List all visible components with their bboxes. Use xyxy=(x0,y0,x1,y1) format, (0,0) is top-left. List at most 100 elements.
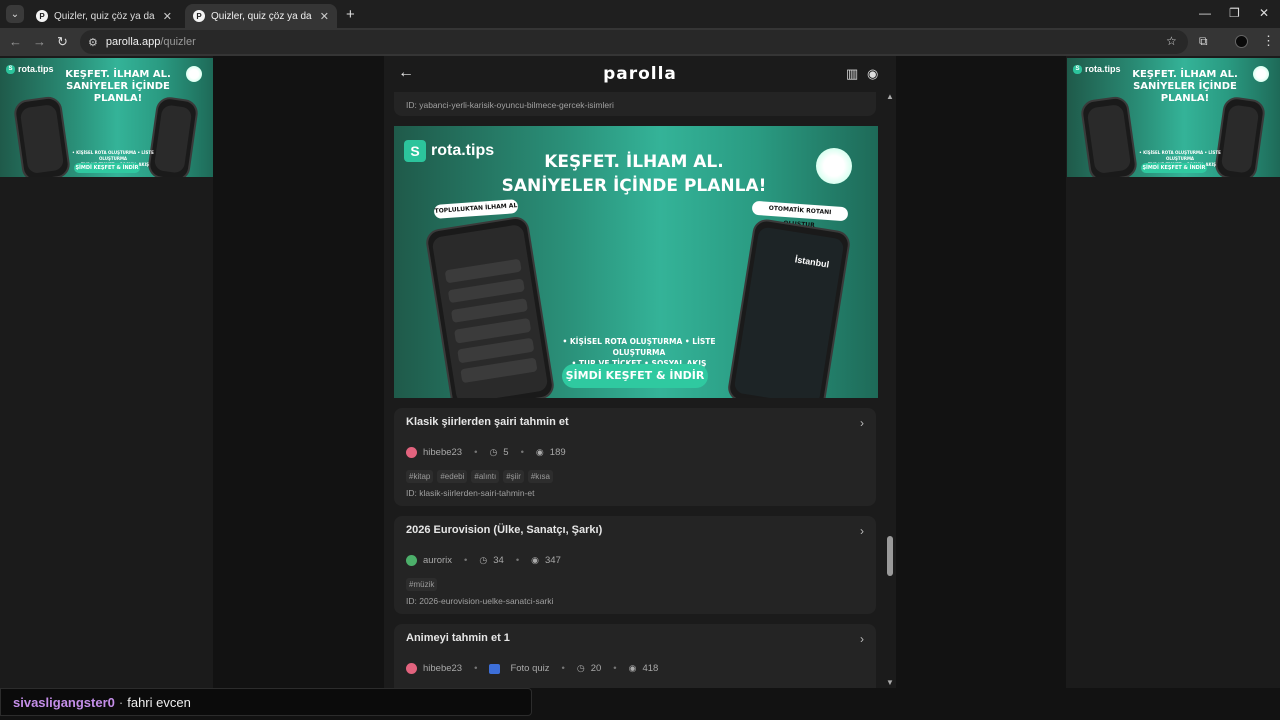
quiz-author[interactable]: hibebe23 xyxy=(423,447,462,458)
quiz-title: Klasik şiirlerden şairi tahmin et xyxy=(406,416,569,428)
phone-image-left xyxy=(12,95,72,177)
tag[interactable]: #alıntı xyxy=(471,470,500,483)
browser-tab-2[interactable]: P Quizler, quiz çöz ya da quiz olu... ✕ xyxy=(185,4,337,28)
quiz-type: Foto quiz xyxy=(510,663,550,674)
rota-logo-icon: S xyxy=(6,64,15,74)
quiz-tags: #kitap #edebi #alıntı #şiir #kısa xyxy=(406,470,553,483)
site-info-icon[interactable]: ⚙ xyxy=(88,36,98,49)
avatar xyxy=(406,447,417,458)
quiz-card[interactable]: Animeyi tahmin et 1 › hibebe23 • Foto qu… xyxy=(394,624,876,688)
forward-icon[interactable]: → xyxy=(33,34,46,49)
close-window-icon[interactable]: ✕ xyxy=(1259,6,1269,20)
phone-image-community xyxy=(424,214,556,398)
map-city-label: İstanbul xyxy=(794,254,830,270)
eye-icon: ◉ xyxy=(628,663,637,673)
ad-tag-right: OTOMATİK ROTANI OLUŞTUR xyxy=(751,200,849,229)
url-host: parolla.app xyxy=(105,36,161,48)
back-icon[interactable]: ← xyxy=(9,34,22,49)
eye-icon: ◉ xyxy=(531,555,539,565)
quiz-view-count: 347 xyxy=(545,555,561,566)
clock-icon: ◷ xyxy=(489,447,498,457)
side-ad-right[interactable]: S rota.tips KEŞFET. İLHAM AL. SANİYELER … xyxy=(1067,58,1280,177)
ad-brand: rota.tips xyxy=(1085,64,1121,74)
avatar xyxy=(406,555,417,566)
quiz-meta: aurorix • ◷ 34 • ◉ 347 xyxy=(406,555,561,566)
quiz-question-count: 5 xyxy=(503,447,509,458)
chevron-right-icon[interactable]: › xyxy=(860,632,864,646)
parolla-favicon-icon: P xyxy=(193,10,205,22)
user-profile-icon[interactable]: ◉ xyxy=(867,66,878,82)
main-ad-banner[interactable]: S rota.tips KEŞFET. İLHAM AL. SANİYELER … xyxy=(394,126,878,398)
moon-icon xyxy=(186,66,202,82)
ad-cta-button[interactable]: ŞİMDİ KEŞFET & İNDİR xyxy=(1141,163,1207,173)
scroll-up-arrow-icon[interactable]: ▲ xyxy=(886,92,894,101)
browser-toolbar: ← → ↻ ⚙ parolla.app/quizler ☆ ⧉ ⋮ xyxy=(0,28,1280,56)
url-path: /quizler xyxy=(160,36,196,48)
quiz-card[interactable]: Klasik şiirlerden şairi tahmin et › hibe… xyxy=(394,408,876,506)
quiz-id: ID: 2026-eurovision-uelke-sanatci-sarki xyxy=(406,596,554,606)
restore-icon[interactable]: ❐ xyxy=(1229,6,1240,20)
tab-bar: ⌄ P Quizler, quiz çöz ya da quiz olu... … xyxy=(0,0,1280,28)
new-tab-icon[interactable]: + xyxy=(346,6,355,23)
chat-username: sivasligangster0 xyxy=(13,694,115,710)
tab-title: Quizler, quiz çöz ya da quiz olu... xyxy=(211,10,314,22)
clock-icon: ◷ xyxy=(576,663,585,673)
ad-cta-button[interactable]: ŞİMDİ KEŞFET & İNDİR xyxy=(562,364,708,388)
quiz-card[interactable]: ID: yabanci-yerli-karisik-oyuncu-bilmece… xyxy=(394,92,876,116)
chevron-right-icon[interactable]: › xyxy=(860,416,864,430)
ad-cta-button[interactable]: ŞİMDİ KEŞFET & İNDİR xyxy=(74,163,140,173)
tab-title: Quizler, quiz çöz ya da quiz olu... xyxy=(54,10,157,22)
clock-icon: ◷ xyxy=(479,555,488,565)
extensions-icon[interactable]: ⧉ xyxy=(1199,34,1208,49)
side-ad-left[interactable]: S rota.tips KEŞFET. İLHAM AL. SANİYELER … xyxy=(0,58,213,177)
ad-brand: rota.tips xyxy=(431,142,495,159)
address-bar[interactable]: ⚙ parolla.app/quizler xyxy=(80,30,1188,54)
profile-avatar[interactable] xyxy=(1235,35,1248,48)
quiz-author[interactable]: aurorix xyxy=(423,555,452,566)
browser-tab-1[interactable]: P Quizler, quiz çöz ya da quiz olu... ✕ xyxy=(28,4,180,28)
quiz-card[interactable]: 2026 Eurovision (Ülke, Sanatçı, Şarkı) ›… xyxy=(394,516,876,614)
scroll-down-arrow-icon[interactable]: ▼ xyxy=(886,678,894,687)
rota-logo-icon: S xyxy=(1073,64,1082,74)
ad-headline: KEŞFET. İLHAM AL. SANİYELER İÇİNDE PLANL… xyxy=(501,152,767,196)
moon-icon xyxy=(816,148,852,184)
ad-logo: S rota.tips xyxy=(404,140,494,162)
rota-logo-icon: S xyxy=(404,140,426,162)
main-column: ← parolla ▥ ◉ ID: yabanci-yerli-karisik-… xyxy=(384,56,896,688)
tag[interactable]: #kısa xyxy=(527,470,553,483)
app-header: ← parolla ▥ ◉ xyxy=(384,56,896,92)
close-tab-icon[interactable]: ✕ xyxy=(320,10,329,23)
quiz-question-count: 20 xyxy=(590,663,602,674)
bookmark-star-icon[interactable]: ☆ xyxy=(1166,34,1177,48)
eye-icon: ◉ xyxy=(535,447,544,457)
quiz-view-count: 189 xyxy=(549,447,566,458)
chevron-right-icon[interactable]: › xyxy=(860,524,864,538)
quiz-meta: hibebe23 • Foto quiz • ◷ 20 • ◉ 418 xyxy=(406,663,658,674)
quiz-view-count: 418 xyxy=(642,663,659,674)
tag[interactable]: #şiir xyxy=(503,470,524,483)
quiz-id: ID: yabanci-yerli-karisik-oyuncu-bilmece… xyxy=(406,100,614,110)
photo-quiz-icon xyxy=(489,663,501,674)
parolla-favicon-icon: P xyxy=(36,10,48,22)
tab-search-icon[interactable]: ⌄ xyxy=(6,5,24,23)
quiz-title: Animeyi tahmin et 1 xyxy=(406,632,510,644)
ad-tag-left: TOPLULUKTAN İLHAM AL xyxy=(433,199,519,219)
tag[interactable]: #kitap xyxy=(406,470,434,483)
app-brand[interactable]: parolla xyxy=(384,64,896,84)
quiz-title: 2026 Eurovision (Ülke, Sanatçı, Şarkı) xyxy=(406,524,603,536)
reload-icon[interactable]: ↻ xyxy=(57,34,68,50)
leaderboard-icon[interactable]: ▥ xyxy=(846,66,858,82)
quiz-author[interactable]: hibebe23 xyxy=(423,663,462,674)
scrollbar-thumb[interactable] xyxy=(887,536,893,576)
page: S rota.tips KEŞFET. İLHAM AL. SANİYELER … xyxy=(0,56,1280,720)
minimize-icon[interactable]: — xyxy=(1199,6,1211,20)
tag[interactable]: #edebi xyxy=(437,470,468,483)
close-tab-icon[interactable]: ✕ xyxy=(163,10,172,23)
phone-image-map: İstanbul xyxy=(726,217,852,398)
quiz-meta: hibebe23 • ◷ 5 • ◉ 189 xyxy=(406,447,566,458)
ad-brand: rota.tips xyxy=(18,64,54,74)
browser-menu-icon[interactable]: ⋮ xyxy=(1262,33,1275,49)
tag[interactable]: #müzik xyxy=(406,578,438,591)
quiz-tags: #müzik xyxy=(406,578,438,591)
quiz-question-count: 34 xyxy=(493,555,504,566)
